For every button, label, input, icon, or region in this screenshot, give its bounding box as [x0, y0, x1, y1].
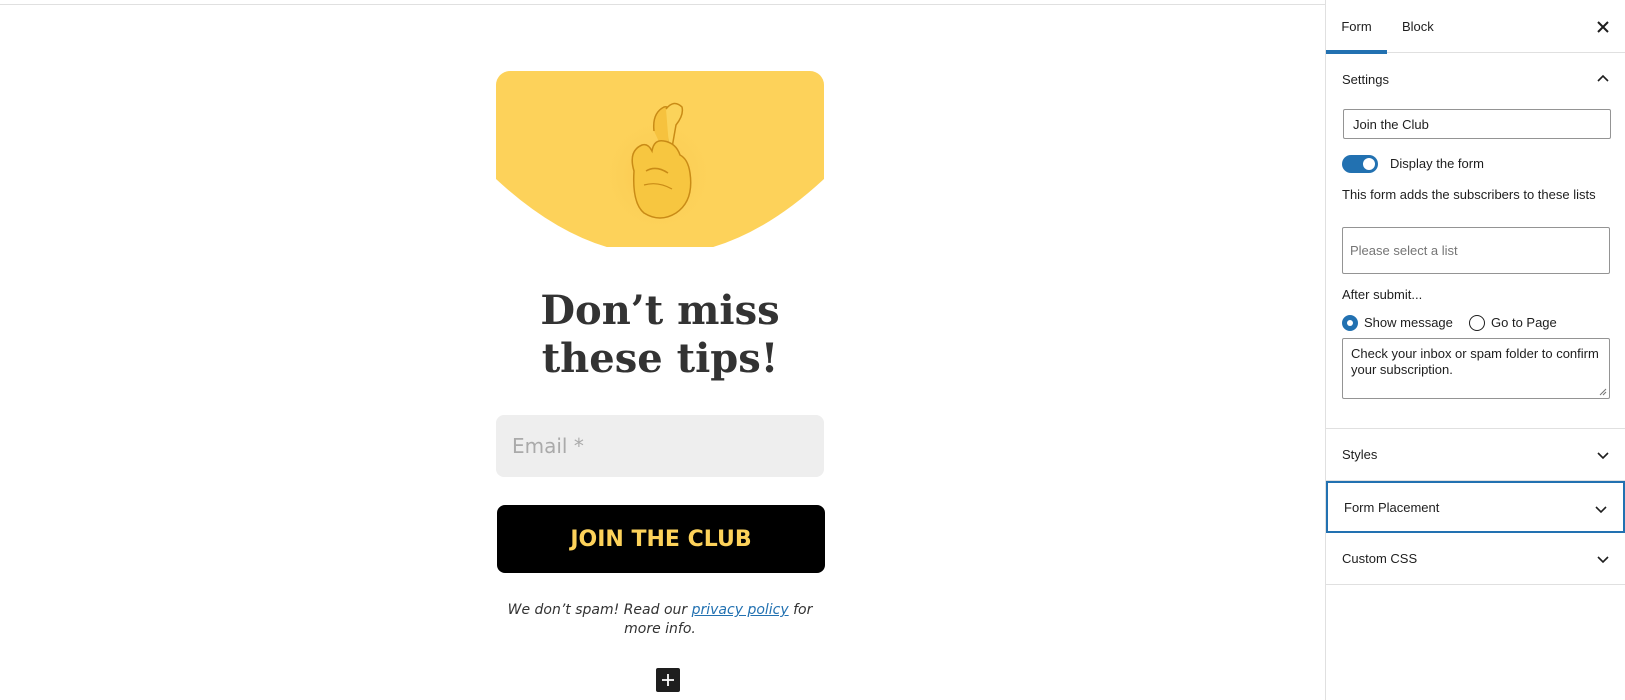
tab-form[interactable]: Form — [1326, 0, 1387, 54]
chevron-down-icon — [1597, 452, 1609, 460]
form-heading[interactable]: Don’t miss these tips! — [496, 287, 824, 383]
display-form-toggle[interactable] — [1342, 155, 1378, 173]
list-select-input[interactable]: Please select a list — [1342, 227, 1610, 274]
form-placement-panel-title: Form Placement — [1344, 499, 1440, 515]
success-message-textarea[interactable]: Check your inbox or spam folder to confi… — [1342, 338, 1610, 399]
display-form-label: Display the form — [1390, 156, 1484, 171]
chevron-down-icon — [1595, 506, 1607, 514]
form-name-input[interactable] — [1343, 109, 1611, 139]
tab-block[interactable]: Block — [1402, 0, 1434, 53]
add-block-button[interactable] — [656, 668, 680, 692]
go-to-page-radio[interactable] — [1469, 315, 1485, 331]
chevron-down-icon — [1597, 556, 1609, 564]
join-button[interactable]: JOIN THE CLUB — [497, 505, 825, 573]
custom-css-panel-title: Custom CSS — [1342, 551, 1418, 566]
resize-handle-icon[interactable] — [1599, 388, 1607, 396]
custom-css-panel-toggle[interactable]: Custom CSS — [1326, 533, 1625, 585]
styles-panel-title: Styles — [1342, 447, 1378, 462]
privacy-policy-link[interactable]: privacy policy — [692, 602, 789, 618]
go-to-page-label[interactable]: Go to Page — [1491, 315, 1557, 330]
lists-description: This form adds the subscribers to these … — [1342, 187, 1596, 202]
sidebar-tabs: Form Block — [1326, 0, 1625, 54]
plus-icon — [662, 674, 674, 686]
success-message-text: Check your inbox or spam folder to confi… — [1351, 346, 1599, 377]
close-icon[interactable] — [1593, 17, 1613, 37]
settings-panel-body: Display the form This form adds the subs… — [1326, 105, 1625, 429]
show-message-label[interactable]: Show message — [1364, 315, 1453, 330]
privacy-note: We don’t spam! Read our privacy policy f… — [496, 601, 824, 639]
editor-canvas: Don’t miss these tips! Email * JOIN THE … — [0, 5, 1325, 700]
settings-panel-toggle[interactable]: Settings — [1326, 53, 1625, 105]
show-message-radio[interactable] — [1342, 315, 1358, 331]
email-field[interactable]: Email * — [496, 415, 824, 477]
chevron-up-icon — [1597, 74, 1609, 82]
crossed-fingers-icon — [496, 71, 824, 247]
settings-panel-title: Settings — [1342, 71, 1389, 87]
settings-sidebar: Form Block Settings Display the form Thi… — [1325, 0, 1625, 700]
privacy-note-text: We don’t spam! Read our — [507, 602, 692, 618]
toggle-knob — [1363, 158, 1375, 170]
hero-image[interactable] — [496, 71, 824, 247]
styles-panel-toggle[interactable]: Styles — [1326, 429, 1625, 481]
form-placement-panel-toggle[interactable]: Form Placement — [1326, 481, 1625, 533]
after-submit-label: After submit... — [1342, 287, 1423, 302]
